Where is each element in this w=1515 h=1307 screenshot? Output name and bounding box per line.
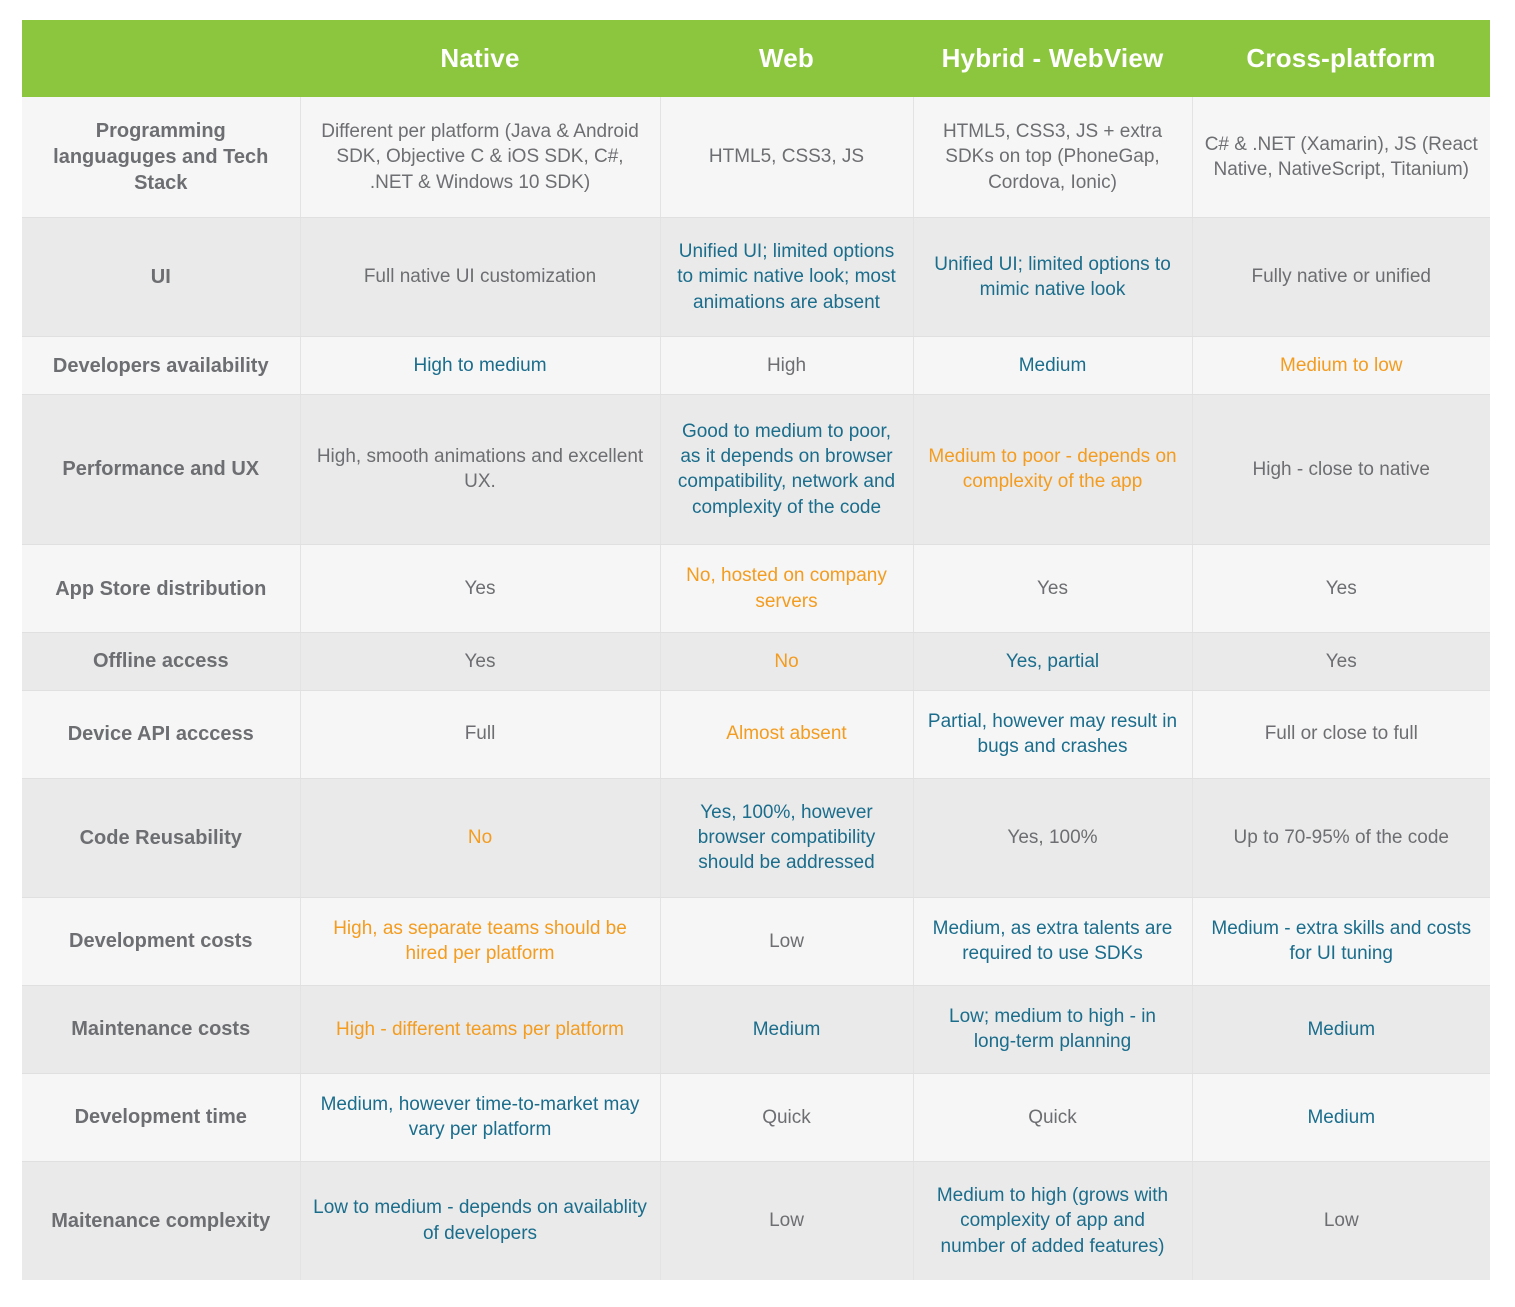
table-cell: Quick — [660, 1073, 914, 1162]
app-development-approach-comparison-table: Native Web Hybrid - WebView Cross-platfo… — [22, 20, 1490, 1280]
column-header-hybrid-webview: Hybrid - WebView — [913, 20, 1192, 97]
table-cell: Almost absent — [660, 690, 914, 779]
table-cell: No — [660, 632, 914, 691]
row-label: Developers availability — [22, 336, 301, 395]
table-cell: Medium - extra skills and costs for UI t… — [1192, 897, 1490, 986]
table-header: Native Web Hybrid - WebView Cross-platfo… — [22, 20, 1490, 97]
table-body: Programming languaguges and Tech Stack Di… — [22, 97, 1490, 1280]
table-row: Maintenance costs High - different teams … — [22, 985, 1490, 1074]
table-cell: High — [660, 336, 914, 395]
row-label: Maitenance complexity — [22, 1161, 301, 1280]
table-cell: Low to medium - depends on availablity o… — [300, 1161, 661, 1280]
table-cell: Low; medium to high - in long-term plann… — [913, 985, 1193, 1074]
table-cell: Quick — [913, 1073, 1193, 1162]
table-cell: High to medium — [300, 336, 661, 395]
table-cell: High - close to native — [1192, 394, 1490, 546]
table-cell: Low — [1192, 1161, 1490, 1280]
table-cell: Yes, 100%, however browser compatibility… — [660, 778, 914, 898]
table-cell: No — [300, 778, 661, 898]
table-cell: Full native UI customization — [300, 217, 661, 338]
table-cell: Unified UI; limited options to mimic nat… — [660, 217, 914, 338]
table-cell: Medium, as extra talents are required to… — [913, 897, 1193, 986]
table-cell: Good to medium to poor, as it depends on… — [660, 394, 914, 546]
table-cell: Yes — [913, 544, 1193, 634]
table-row: Developers availability High to medium Hig… — [22, 336, 1490, 395]
table-cell: Yes — [1192, 632, 1490, 691]
table-cell: Different per platform (Java & Android S… — [300, 97, 661, 219]
table-row: App Store distribution Yes No, hosted on c… — [22, 544, 1490, 634]
table-cell: No, hosted on company servers — [660, 544, 914, 634]
table-cell: High, as separate teams should be hired … — [300, 897, 661, 986]
row-label: Programming languaguges and Tech Stack — [22, 97, 301, 219]
row-label: Development time — [22, 1073, 301, 1162]
table-cell: Yes, 100% — [913, 778, 1193, 898]
table-row: Device API acccess Full Almost absent Parti… — [22, 690, 1490, 779]
table-cell: Medium — [913, 336, 1193, 395]
table-cell: Medium to low — [1192, 336, 1490, 395]
table-cell: Medium, however time-to-market may vary … — [300, 1073, 661, 1162]
comparison-table-container: Native Web Hybrid - WebView Cross-platfo… — [22, 20, 1490, 1280]
table-row: Programming languaguges and Tech Stack Di… — [22, 97, 1490, 219]
table-cell: Fully native or unified — [1192, 217, 1490, 338]
table-cell: Yes, partial — [913, 632, 1193, 691]
column-header-native: Native — [300, 20, 660, 97]
row-label: Development costs — [22, 897, 301, 986]
column-header-web: Web — [660, 20, 913, 97]
table-row: Development time Medium, however time-to-… — [22, 1073, 1490, 1162]
table-cell: C# & .NET (Xamarin), JS (React Native, N… — [1192, 97, 1490, 219]
row-label: Maintenance costs — [22, 985, 301, 1074]
table-row: Code Reusability No Yes, 100%, however bro… — [22, 778, 1490, 898]
table-cell: Low — [660, 897, 914, 986]
table-cell: HTML5, CSS3, JS + extra SDKs on top (Pho… — [913, 97, 1193, 219]
table-row: Maitenance complexity Low to medium - dep… — [22, 1161, 1490, 1280]
table-cell: Yes — [1192, 544, 1490, 634]
table-cell: Full or close to full — [1192, 690, 1490, 779]
row-label: Offline access — [22, 632, 301, 691]
table-cell: High, smooth animations and excellent UX… — [300, 394, 661, 546]
table-cell: Medium — [1192, 985, 1490, 1074]
table-cell: Unified UI; limited options to mimic nat… — [913, 217, 1193, 338]
table-row: Performance and UX High, smooth animation… — [22, 394, 1490, 546]
table-cell: Medium — [1192, 1073, 1490, 1162]
table-cell: Low — [660, 1161, 914, 1280]
row-label: Performance and UX — [22, 394, 301, 546]
table-cell: HTML5, CSS3, JS — [660, 97, 914, 219]
table-row: UI Full native UI customization Unified UI… — [22, 217, 1490, 338]
table-cell: Up to 70-95% of the code — [1192, 778, 1490, 898]
table-cell: Yes — [300, 544, 661, 634]
row-label: Device API acccess — [22, 690, 301, 779]
table-row: Development costs High, as separate teams… — [22, 897, 1490, 986]
header-corner-cell — [22, 20, 300, 97]
row-label: Code Reusability — [22, 778, 301, 898]
column-header-cross-platform: Cross-platform — [1192, 20, 1490, 97]
table-cell: High - different teams per platform — [300, 985, 661, 1074]
table-cell: Medium to high (grows with complexity of… — [913, 1161, 1193, 1280]
row-label: UI — [22, 217, 301, 338]
table-cell: Partial, however may result in bugs and … — [913, 690, 1193, 779]
table-cell: Yes — [300, 632, 661, 691]
row-label: App Store distribution — [22, 544, 301, 634]
table-cell: Medium — [660, 985, 914, 1074]
table-cell: Medium to poor - depends on complexity o… — [913, 394, 1193, 546]
header-row: Native Web Hybrid - WebView Cross-platfo… — [22, 20, 1490, 97]
table-row: Offline access Yes No Yes, partial Yes — [22, 632, 1490, 691]
table-cell: Full — [300, 690, 661, 779]
